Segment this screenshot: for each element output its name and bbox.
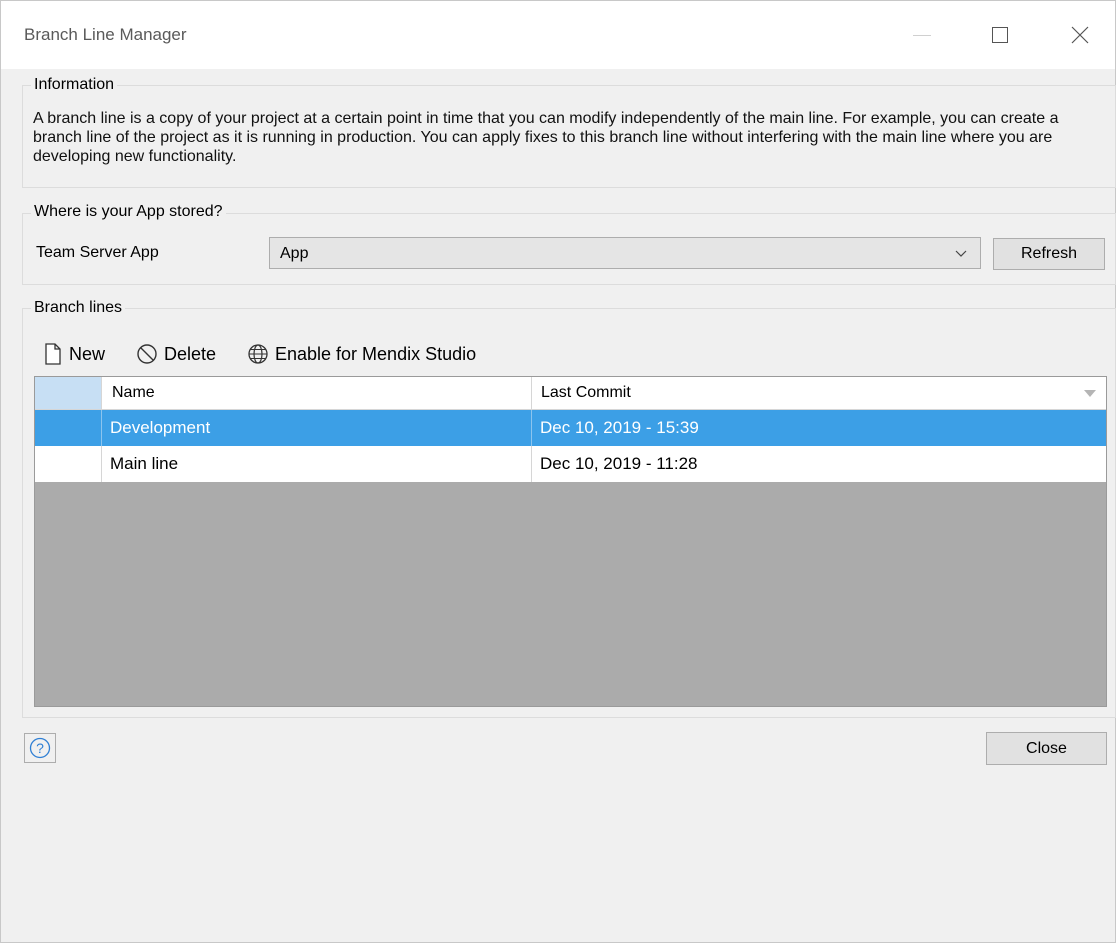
branch-lines-grid: Name Last Commit Development Dec 10, 201… [34, 376, 1107, 707]
prohibited-icon [137, 344, 157, 364]
maximize-button[interactable] [971, 1, 1029, 69]
close-window-button[interactable] [1051, 1, 1109, 69]
last-commit-cell: Dec 10, 2019 - 11:28 [540, 454, 698, 473]
window-title: Branch Line Manager [24, 25, 187, 44]
storage-legend: Where is your App stored? [31, 203, 226, 221]
help-button[interactable]: ? [24, 733, 56, 763]
help-icon: ? [29, 737, 51, 759]
row-indicator [35, 446, 102, 482]
new-branch-button[interactable]: New [43, 341, 105, 367]
column-header-name-label: Name [112, 384, 155, 401]
enable-mendix-studio-button[interactable]: Enable for Mendix Studio [247, 341, 476, 367]
row-header-corner [35, 377, 102, 409]
last-commit-cell: Dec 10, 2019 - 15:39 [540, 418, 699, 437]
close-icon [1071, 26, 1089, 44]
row-indicator [35, 410, 102, 446]
refresh-button[interactable]: Refresh [993, 238, 1105, 270]
delete-branch-button[interactable]: Delete [136, 341, 216, 367]
close-button[interactable]: Close [986, 732, 1107, 765]
enable-label: Enable for Mendix Studio [275, 343, 477, 364]
sort-descending-icon [1084, 390, 1096, 397]
chevron-down-icon [955, 250, 967, 257]
table-row[interactable]: Main line Dec 10, 2019 - 11:28 [35, 446, 1106, 483]
maximize-icon [992, 27, 1008, 43]
column-header-name[interactable]: Name [102, 377, 532, 409]
branch-name-cell: Development [102, 410, 532, 446]
table-row[interactable]: Development Dec 10, 2019 - 15:39 [35, 410, 1106, 446]
team-server-app-label: Team Server App [36, 244, 159, 261]
information-legend: Information [31, 76, 118, 94]
column-header-last-commit[interactable]: Last Commit [532, 377, 1106, 409]
branch-name-cell: Main line [102, 446, 532, 482]
globe-icon [248, 344, 268, 364]
new-document-icon [45, 343, 61, 365]
minimize-icon [913, 34, 931, 36]
svg-text:?: ? [36, 740, 44, 756]
team-server-app-select[interactable]: App [269, 237, 981, 269]
grid-header: Name Last Commit [35, 377, 1106, 410]
column-header-last-commit-label: Last Commit [541, 384, 631, 401]
new-label: New [69, 343, 106, 364]
selected-app-value: App [280, 245, 309, 262]
branch-lines-legend: Branch lines [31, 299, 126, 317]
information-text: A branch line is a copy of your project … [33, 110, 1059, 165]
delete-label: Delete [164, 343, 217, 364]
minimize-button [893, 1, 951, 69]
title-bar: Branch Line Manager [1, 1, 1115, 69]
branch-line-manager-dialog: Branch Line Manager Information A branch… [0, 0, 1116, 943]
